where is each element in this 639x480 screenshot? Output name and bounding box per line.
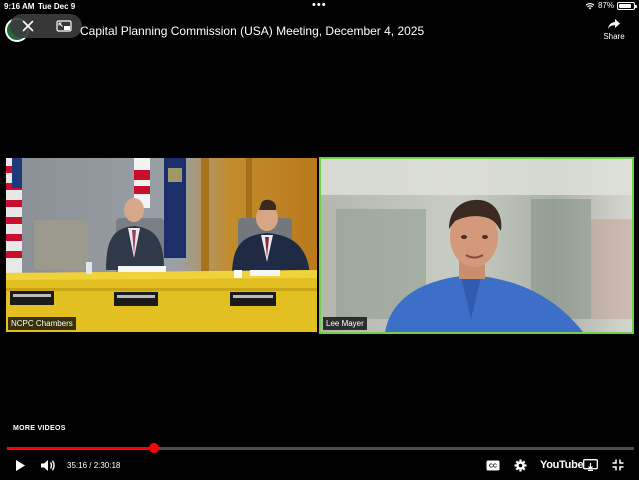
share-icon: [608, 19, 620, 29]
volume-icon: [41, 459, 55, 471]
pip-icon: [56, 20, 72, 32]
play-button[interactable]: [14, 455, 26, 475]
close-icon: [22, 20, 34, 32]
battery-percent: 87%: [597, 1, 614, 10]
status-bar: 9:16 AM Tue Dec 9 ••• 87%: [0, 0, 639, 14]
cast-icon: [583, 459, 598, 471]
state-flag: [164, 158, 186, 258]
left-feed-label: NCPC Chambers: [8, 317, 76, 330]
exit-fullscreen-button[interactable]: [612, 455, 624, 475]
captions-button[interactable]: CC: [486, 455, 500, 475]
progress-bar[interactable]: [7, 443, 634, 453]
play-icon: [16, 459, 25, 471]
battery-icon: [617, 1, 637, 10]
pip-toggle-button[interactable]: [46, 14, 82, 38]
wifi-icon: [585, 2, 595, 9]
settings-icon: [514, 459, 527, 471]
captions-icon: CC: [486, 460, 500, 470]
status-time: 9:16 AM: [4, 2, 35, 11]
pip-controls: [10, 14, 82, 38]
chambers-scene: [6, 158, 317, 332]
progress-played: [7, 447, 154, 450]
youtube-logo[interactable]: YouTube: [540, 455, 584, 475]
svg-text:CC: CC: [489, 463, 497, 469]
settings-button[interactable]: [514, 455, 527, 475]
close-button[interactable]: [10, 14, 46, 38]
cast-button[interactable]: [583, 455, 598, 475]
more-videos-link[interactable]: MORE VIDEOS: [13, 425, 66, 432]
multitasking-dots[interactable]: •••: [312, 0, 327, 11]
video-title: Capital Planning Commission (USA) Meetin…: [80, 24, 425, 38]
timecode: 35:16 / 2:30:18: [67, 460, 121, 470]
progress-scrubber[interactable]: [148, 443, 159, 453]
status-right: 87%: [585, 1, 637, 10]
share-label: Share: [603, 32, 625, 41]
battery-fill: [619, 3, 631, 8]
right-feed-label: Lee Mayer: [323, 317, 367, 330]
volume-button[interactable]: [40, 455, 56, 475]
player-controls: 35:16 / 2:30:18 CC YouTube: [0, 455, 639, 475]
status-date: Tue Dec 9: [38, 2, 76, 11]
exit-fullscreen-icon: [612, 459, 624, 471]
share-button[interactable]: Share: [598, 18, 630, 41]
left-video-feed: NCPC Chambers: [6, 158, 317, 332]
participant-scene: [321, 159, 632, 332]
right-video-feed: Lee Mayer: [319, 157, 634, 334]
us-flag: [6, 158, 22, 278]
